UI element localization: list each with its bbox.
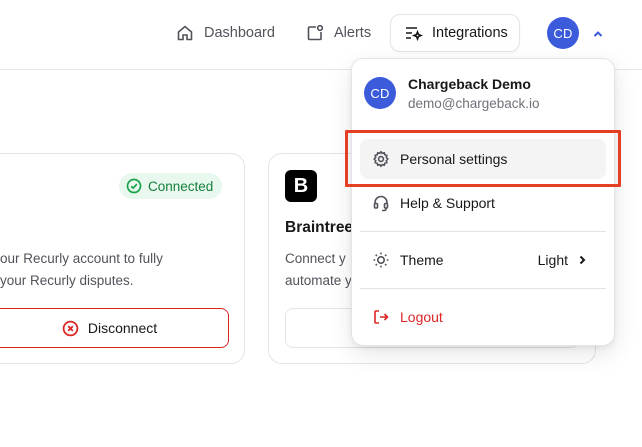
nav-integrations-label: Integrations (432, 25, 508, 41)
nav-alerts[interactable]: Alerts (297, 14, 379, 52)
menu-item-label: Help & Support (400, 195, 495, 211)
check-circle-icon (126, 178, 142, 194)
logout-icon (374, 310, 389, 324)
recurly-description-line: our Recurly account to fully (0, 251, 163, 266)
menu-item-theme[interactable]: Theme Light (360, 240, 606, 280)
theme-value: Light (538, 252, 588, 268)
chevron-right-icon (579, 255, 586, 265)
braintree-logo: B (285, 170, 317, 202)
menu-item-label: Logout (400, 309, 443, 325)
menu-item-logout[interactable]: Logout (360, 297, 606, 337)
gear-icon (373, 150, 389, 168)
menu-item-help-support[interactable]: Help & Support (360, 183, 606, 223)
braintree-description-line: Connect y (285, 251, 346, 266)
menu-item-label: Theme (400, 252, 444, 268)
user-email: demo@chargeback.io (408, 96, 540, 111)
nav-integrations[interactable]: Integrations (390, 14, 520, 52)
status-badge: Connected (119, 173, 223, 199)
nav-dashboard-label: Dashboard (204, 25, 275, 41)
menu-divider (360, 288, 606, 289)
x-circle-icon (62, 320, 79, 336)
menu-divider (360, 231, 606, 232)
braintree-description-line: automate y (285, 273, 352, 288)
recurly-description: our Recurly account to fully your Recurl… (0, 248, 240, 292)
nav-dashboard[interactable]: Dashboard (167, 14, 283, 52)
sun-icon (373, 252, 389, 268)
home-icon (177, 25, 193, 41)
disconnect-button-label: Disconnect (87, 320, 158, 336)
menu-item-label: Personal settings (400, 151, 508, 167)
alert-icon (307, 24, 324, 41)
avatar: CD (364, 77, 396, 109)
nav-alerts-label: Alerts (334, 25, 372, 41)
status-badge-label: Connected (148, 178, 214, 194)
theme-value-label: Light (537, 252, 568, 268)
integrations-icon (406, 27, 423, 42)
recurly-description-line: your Recurly disputes. (0, 273, 134, 288)
user-avatar-button[interactable]: CD (547, 17, 579, 49)
menu-item-personal-settings[interactable]: Personal settings (360, 139, 606, 179)
user-name: Chargeback Demo (408, 76, 531, 92)
braintree-title: Braintree (285, 219, 354, 236)
braintree-description: Connect y automate y (285, 248, 355, 292)
headset-icon (373, 195, 389, 212)
disconnect-button[interactable]: Disconnect (0, 308, 229, 348)
chevron-up-icon[interactable] (592, 27, 604, 39)
